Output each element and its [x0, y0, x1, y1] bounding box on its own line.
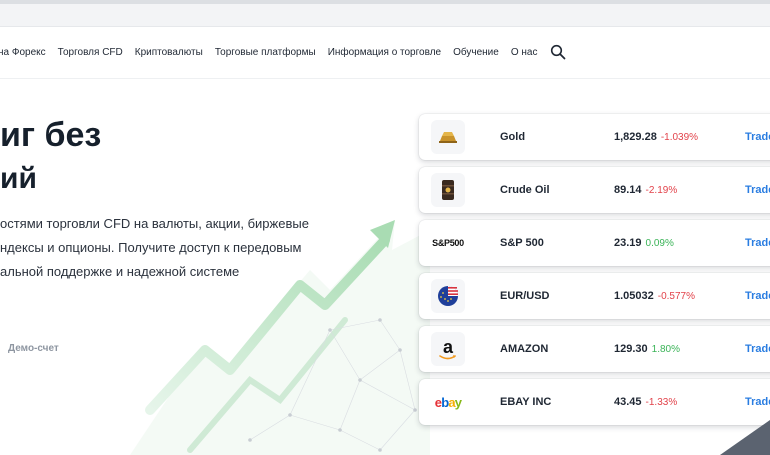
nav-item-education[interactable]: Обучение	[453, 47, 499, 58]
price-change: -1.33%	[645, 397, 678, 408]
instrument-price: 1,829.28 -1.039%	[614, 131, 698, 143]
amazon-smile-icon	[439, 354, 456, 359]
trade-button[interactable]: Trade	[745, 343, 770, 355]
instrument-name: Crude Oil	[500, 184, 550, 196]
price-change: -2.19%	[645, 185, 678, 196]
instrument-name: EBAY INC	[500, 396, 552, 408]
price-value: 1.05032	[614, 290, 654, 302]
nav-list: на Форекс Торговля CFD Криптовалюты Торг…	[0, 26, 549, 78]
eur-usd-flag-icon	[431, 279, 465, 313]
instrument-name: Gold	[500, 131, 526, 143]
hero-title-line1: иг без	[0, 116, 102, 154]
instrument-card-eur-usd[interactable]: EUR/USD 1.05032-0.577% Trade	[419, 273, 770, 319]
ebay-logo-text: ebay	[434, 394, 462, 410]
hero-paragraph-line: остями торговли CFD на валюты, акции, би…	[0, 216, 309, 231]
nav-item-crypto[interactable]: Криптовалюты	[135, 47, 203, 58]
sp500-logo: S&P500	[431, 226, 465, 260]
price-change: -0.577%	[657, 291, 696, 302]
nav-item-about[interactable]: О нас	[511, 47, 538, 58]
gold-bar-icon	[431, 120, 465, 154]
instrument-card-amazon[interactable]: a AMAZON 129.301.80% Trade	[419, 326, 770, 372]
instrument-name: EUR/USD	[500, 290, 550, 302]
hero-paragraph-line: ндексы и опционы. Получите доступ к пере…	[0, 240, 302, 255]
instrument-card-sp500[interactable]: S&P500 S&P 500 23.190.09% Trade	[419, 220, 770, 266]
search-icon[interactable]	[550, 44, 566, 60]
nav-item-platforms[interactable]: Торговые платформы	[215, 47, 316, 58]
trade-button[interactable]: Trade	[745, 131, 770, 143]
instrument-card-gold[interactable]: Gold 1,829.28-1.039% Trade	[419, 114, 770, 160]
demo-account-link[interactable]: Демо-счет	[8, 343, 59, 354]
price-change: 1.80%	[651, 344, 681, 355]
hero-title-line2: ий	[0, 162, 37, 195]
price-change: -1.039%	[660, 132, 699, 143]
instrument-price: 23.19 0.09%	[614, 237, 674, 249]
ebay-logo: ebay	[431, 385, 465, 419]
instrument-price: 129.30 1.80%	[614, 343, 680, 355]
trade-button[interactable]: Trade	[745, 184, 770, 196]
instrument-price: 1.05032 -0.577%	[614, 290, 695, 302]
instrument-card-crude-oil[interactable]: Crude Oil 89.14-2.19% Trade	[419, 167, 770, 213]
hero-paragraph-line: альной поддержке и надежной системе	[0, 264, 240, 279]
instrument-price: 89.14 -2.19%	[614, 184, 677, 196]
price-value: 129.30	[614, 343, 648, 355]
nav-item-trading-info[interactable]: Информация о торговле	[328, 47, 441, 58]
trade-button[interactable]: Trade	[745, 290, 770, 302]
trade-button[interactable]: Trade	[745, 237, 770, 249]
instrument-name: S&P 500	[500, 237, 544, 249]
main-nav: на Форекс Торговля CFD Криптовалюты Торг…	[0, 26, 770, 79]
price-value: 89.14	[614, 184, 642, 196]
top-strip	[0, 0, 770, 4]
instrument-card-ebay[interactable]: ebay EBAY INC 43.45-1.33% Trade	[419, 379, 770, 425]
price-change: 0.09%	[645, 238, 674, 249]
oil-barrel-icon	[431, 173, 465, 207]
price-value: 23.19	[614, 237, 642, 249]
sp500-logo-text: S&P500	[432, 238, 464, 248]
top-bar	[0, 0, 770, 27]
amazon-logo: a	[431, 332, 465, 366]
hero-paragraph: остями торговли CFD на валюты, акции, би…	[0, 212, 330, 284]
nav-item-forex[interactable]: на Форекс	[0, 47, 46, 58]
decorative-corner-shape	[720, 420, 770, 455]
trade-button[interactable]: Trade	[745, 396, 770, 408]
instrument-name: AMAZON	[500, 343, 549, 355]
nav-item-cfd[interactable]: Торговля CFD	[58, 47, 123, 58]
amazon-logo-text: a	[442, 336, 453, 357]
instrument-price: 43.45 -1.33%	[614, 396, 677, 408]
price-value: 43.45	[614, 396, 642, 408]
price-value: 1,829.28	[614, 131, 657, 143]
